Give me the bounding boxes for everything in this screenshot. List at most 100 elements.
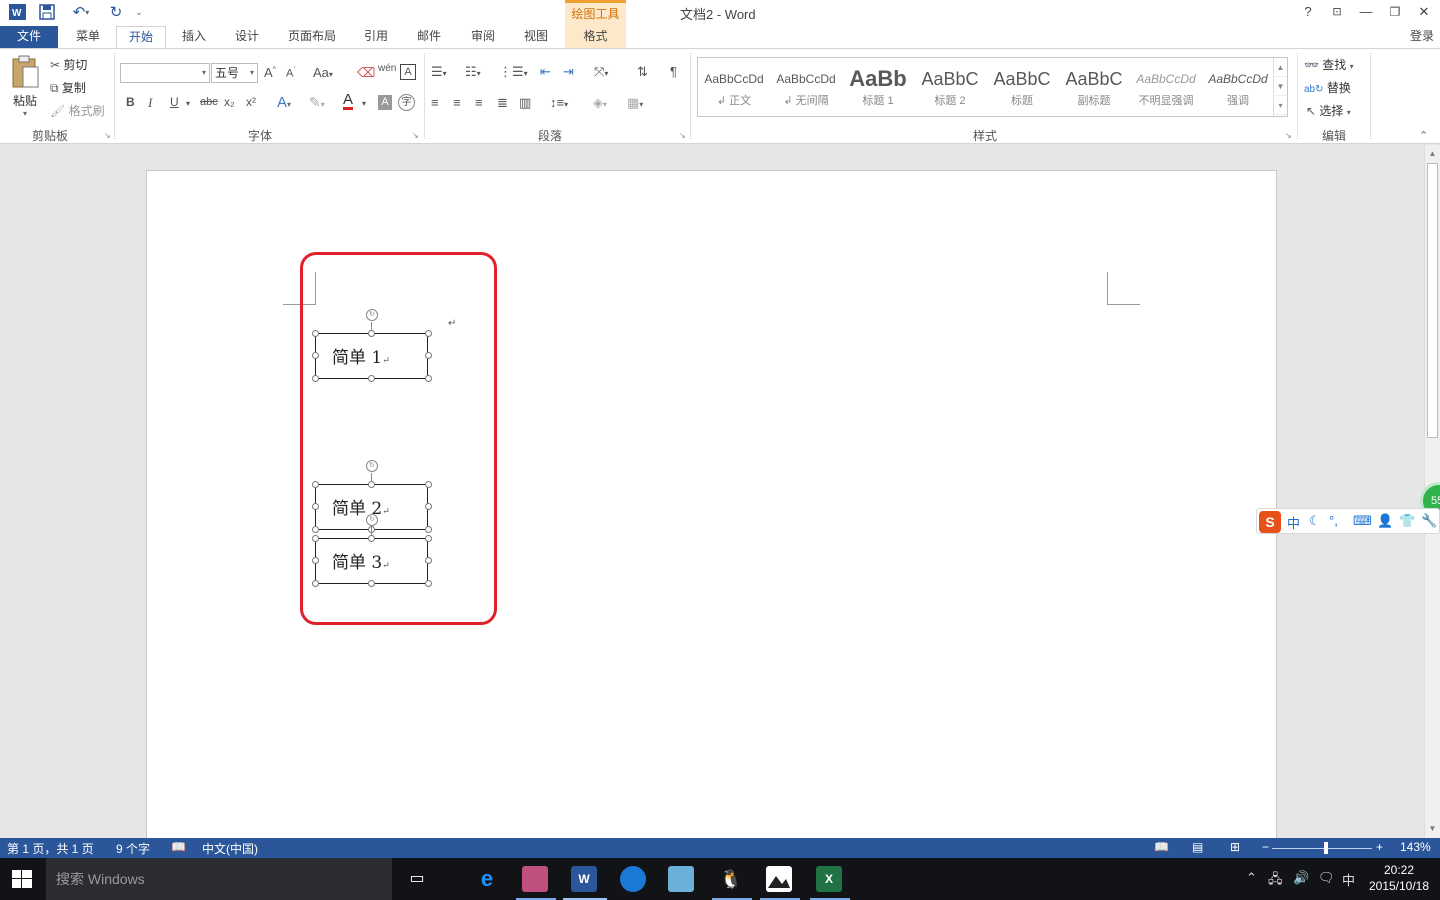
punctuation-icon[interactable]: °, (1329, 513, 1338, 528)
styles-launcher-icon[interactable]: ↘ (1285, 131, 1292, 140)
undo-icon[interactable]: ↶ ▾ (66, 3, 96, 21)
scroll-down-icon[interactable]: ▼ (1425, 822, 1440, 836)
close-button[interactable]: ✕ (1414, 3, 1434, 21)
bold-button[interactable]: B (126, 95, 135, 109)
justify-icon[interactable]: ≣ (497, 95, 508, 111)
superscript-button[interactable]: x² (246, 95, 256, 109)
underline-button[interactable]: U (170, 95, 179, 109)
zoom-in-icon[interactable]: + (1376, 840, 1383, 854)
align-right-icon[interactable]: ≡ (475, 95, 483, 110)
page-count[interactable]: 第 1 页，共 1 页 (7, 840, 94, 857)
zoom-slider-track[interactable] (1272, 848, 1372, 849)
paint-app-icon[interactable] (522, 866, 548, 892)
network-icon[interactable]: 🖧 (1268, 870, 1283, 892)
grow-font-icon[interactable]: A^ (264, 65, 276, 80)
skin-icon[interactable]: 👕 (1399, 513, 1415, 529)
proofing-icon[interactable]: 📖 (171, 840, 186, 854)
user-icon[interactable]: 👤 (1377, 513, 1393, 529)
paste-button[interactable]: 粘贴 ▾ (8, 55, 42, 123)
strikethrough-button[interactable]: abc (200, 96, 218, 108)
paragraph-launcher-icon[interactable]: ↘ (679, 131, 686, 140)
word-app-icon[interactable]: W (571, 866, 597, 892)
edge-browser-icon[interactable]: e (474, 866, 500, 892)
volume-icon[interactable]: 🔊 (1293, 870, 1309, 886)
customize-quick-access-icon[interactable]: ⌄ (132, 3, 146, 21)
tab-design[interactable]: 设计 (222, 26, 272, 48)
clear-formatting-icon[interactable]: ⌫ (357, 65, 375, 81)
show-marks-icon[interactable]: ¶ (670, 64, 677, 79)
print-layout-icon[interactable]: ▤ (1192, 840, 1203, 854)
task-view-icon[interactable]: ▭ (404, 866, 430, 892)
text-effects-icon[interactable]: A▾ (277, 94, 291, 111)
font-color-dropdown-icon[interactable]: ▾ (362, 99, 366, 108)
bullets-icon[interactable]: ☰▾ (431, 64, 447, 80)
style-no-spacing[interactable]: AaBbCcDd ↲ 无间隔 (770, 58, 842, 116)
tab-menu[interactable]: 菜单 (62, 26, 114, 48)
notepad-app-icon[interactable] (668, 866, 694, 892)
sogou-logo-icon[interactable]: S (1259, 511, 1281, 533)
zoom-out-icon[interactable]: − (1262, 840, 1269, 854)
zoom-level[interactable]: 143% (1400, 840, 1431, 854)
style-normal[interactable]: AaBbCcDd ↲ 正文 (698, 58, 770, 116)
tab-insert[interactable]: 插入 (170, 26, 218, 48)
style-subtle-emphasis[interactable]: AaBbCcDd 不明显强调 (1130, 58, 1202, 116)
italic-button[interactable]: I (148, 95, 152, 111)
action-center-icon[interactable]: 🗨 (1318, 870, 1335, 886)
align-left-icon[interactable]: ≡ (431, 95, 439, 110)
tab-mailings[interactable]: 邮件 (405, 26, 453, 48)
minimize-button[interactable]: — (1356, 3, 1376, 21)
numbering-icon[interactable]: ☷▾ (465, 64, 481, 80)
align-center-icon[interactable]: ≡ (453, 95, 461, 110)
chevron-up-icon[interactable]: ⌃ (1246, 870, 1257, 886)
replace-button[interactable]: ab↻ 替换 (1304, 79, 1351, 96)
sogou-browser-icon[interactable] (620, 866, 646, 892)
zoom-slider-thumb[interactable] (1324, 842, 1328, 854)
select-button[interactable]: ↖ 选择 ▾ (1306, 102, 1351, 119)
windows-start-icon[interactable] (12, 870, 32, 888)
scroll-up-icon[interactable]: ▲ (1425, 147, 1440, 161)
gallery-more-icon[interactable]: ▾ (1274, 96, 1287, 115)
redo-icon[interactable]: ↻ (106, 3, 126, 21)
borders-icon[interactable]: ▦▾ (627, 95, 643, 111)
font-launcher-icon[interactable]: ↘ (412, 131, 419, 140)
style-emphasis[interactable]: AaBbCcDd 强调 (1202, 58, 1274, 116)
highlight-icon[interactable]: ✎▾ (309, 94, 325, 111)
qq-app-icon[interactable]: 🐧 (718, 866, 744, 892)
style-title[interactable]: AaBbC 标题 (986, 58, 1058, 116)
style-heading-2[interactable]: AaBbC 标题 2 (914, 58, 986, 116)
save-icon[interactable] (37, 3, 57, 21)
shading-icon[interactable]: ◈▾ (593, 95, 607, 111)
keyboard-icon[interactable]: ⌨ (1353, 513, 1372, 529)
character-border-icon[interactable]: A (400, 64, 416, 80)
increase-indent-icon[interactable]: ⇥ (563, 64, 574, 80)
chevron-down-icon[interactable]: ▼ (1274, 77, 1287, 96)
shrink-font-icon[interactable]: Aˇ (286, 67, 296, 80)
multilevel-list-icon[interactable]: ⋮☰▾ (499, 64, 528, 80)
style-heading-1[interactable]: AaBb 标题 1 (842, 58, 914, 116)
restore-button[interactable]: ❐ (1385, 3, 1405, 21)
taskbar-clock[interactable]: 20:22 2015/10/18 (1362, 862, 1436, 894)
cut-button[interactable]: ✂ 剪切 (50, 56, 87, 73)
decrease-indent-icon[interactable]: ⇤ (540, 64, 551, 80)
change-case-icon[interactable]: Aa▾ (313, 65, 333, 80)
copy-button[interactable]: ⧉ 复制 (50, 79, 86, 96)
moon-icon[interactable]: ☾ (1309, 513, 1321, 529)
underline-dropdown-icon[interactable]: ▾ (186, 99, 190, 108)
line-spacing-icon[interactable]: ↕≡▾ (550, 95, 568, 110)
find-button[interactable]: 👓 查找 ▾ (1304, 56, 1354, 73)
tab-file[interactable]: 文件 (0, 26, 58, 48)
taskbar-search-box[interactable]: 搜索 Windows (46, 858, 392, 900)
web-layout-icon[interactable]: ⊞ (1230, 840, 1240, 854)
help-button[interactable]: ? (1298, 3, 1318, 21)
tab-home[interactable]: 开始 (116, 26, 166, 48)
collapse-ribbon-icon[interactable]: ⌃ (1419, 129, 1428, 142)
format-painter-button[interactable]: 🖌 格式刷 (50, 102, 105, 119)
language-indicator[interactable]: 中文(中国) (202, 840, 258, 857)
input-language-indicator[interactable]: 中 (1342, 870, 1355, 889)
ime-mode-toggle[interactable]: 中 (1287, 513, 1300, 532)
phonetic-guide-icon[interactable]: wén (378, 63, 396, 74)
scroll-thumb[interactable] (1427, 163, 1438, 438)
photos-app-icon[interactable] (766, 866, 792, 892)
subscript-button[interactable]: x₂ (224, 95, 235, 109)
tab-page-layout[interactable]: 页面布局 (276, 26, 348, 48)
